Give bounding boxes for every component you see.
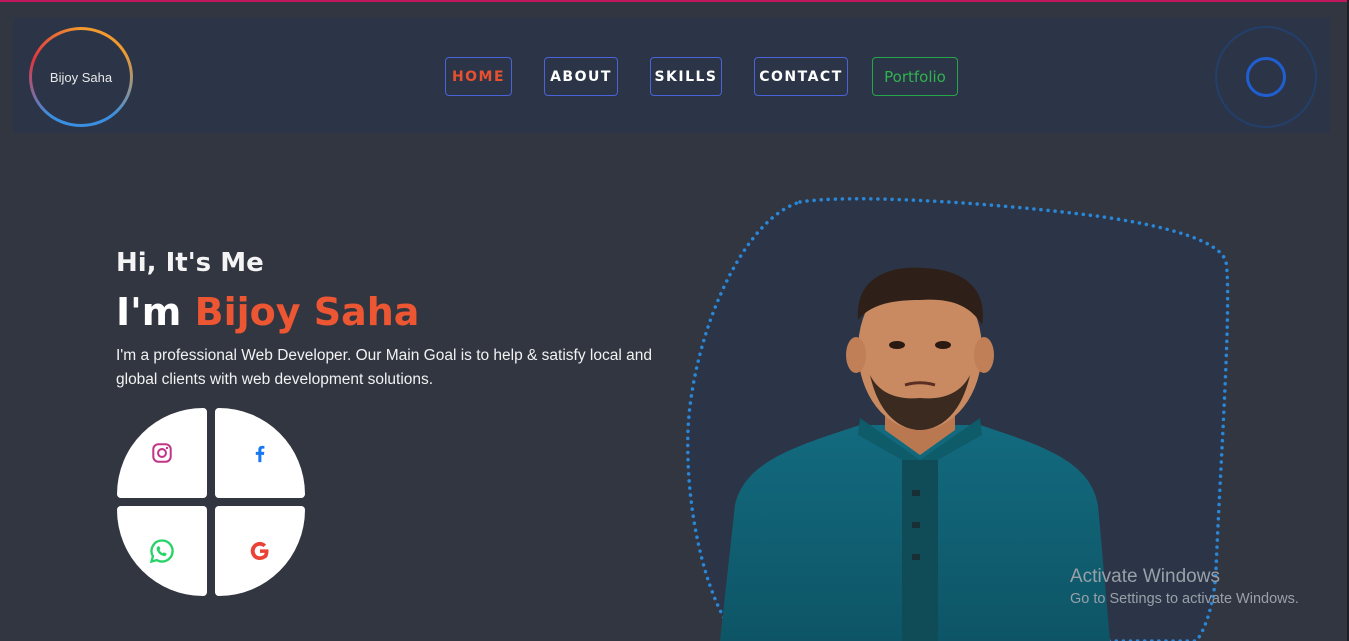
google-link[interactable] [215, 506, 305, 596]
nav-contact-link[interactable]: CONTACT [754, 57, 848, 96]
loader-ring-inner [1246, 57, 1286, 97]
nav-home-link[interactable]: HOME [445, 57, 512, 96]
hero-greeting: Hi, It's Me [116, 248, 264, 278]
hero-description: I'm a professional Web Developer. Our Ma… [116, 347, 652, 388]
portfolio-button[interactable]: Portfolio [872, 57, 958, 96]
facebook-link[interactable] [215, 408, 305, 498]
windows-activation-watermark: Activate Windows Go to Settings to activ… [1070, 566, 1299, 607]
whatsapp-icon [149, 539, 174, 564]
hero-name-prefix: I'm [116, 290, 195, 334]
hero-title: I'm Bijoy Saha [116, 290, 419, 334]
logo-text: Bijoy Saha [32, 30, 130, 124]
watermark-subtitle: Go to Settings to activate Windows. [1070, 591, 1299, 607]
nav-skills-link[interactable]: SKILLS [650, 57, 722, 96]
logo[interactable]: Bijoy Saha [29, 27, 133, 127]
google-icon [250, 541, 269, 561]
watermark-title: Activate Windows [1070, 566, 1220, 587]
whatsapp-link[interactable] [117, 506, 207, 596]
top-accent-line [0, 0, 1349, 2]
profile-photo [720, 267, 1110, 641]
hero-name: Bijoy Saha [194, 290, 420, 334]
instagram-icon [152, 443, 172, 463]
facebook-icon [255, 445, 265, 463]
nav-about-link[interactable]: ABOUT [544, 57, 618, 96]
instagram-link[interactable] [117, 408, 207, 498]
